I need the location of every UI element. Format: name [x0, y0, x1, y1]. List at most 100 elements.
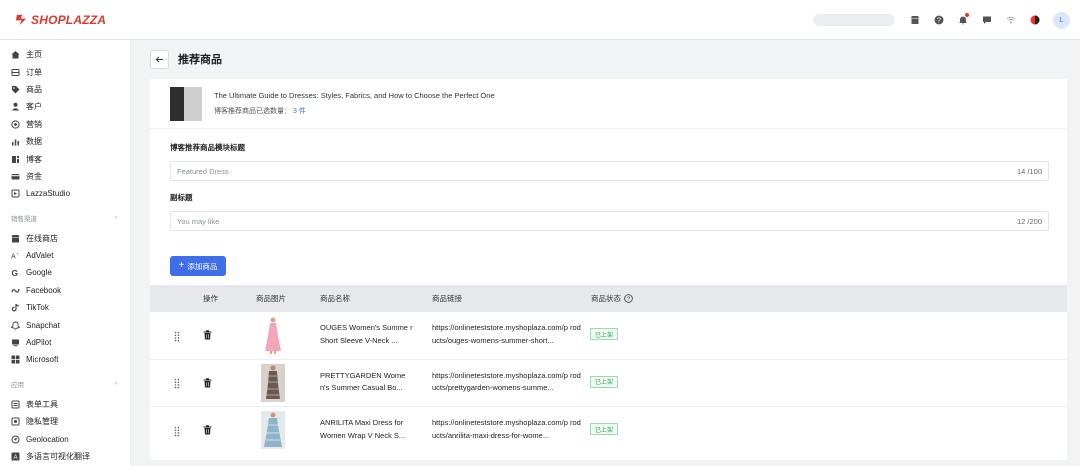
svg-text:+: + [17, 251, 20, 256]
bell-icon[interactable] [957, 13, 969, 26]
brand-logo[interactable]: SHOPLAZZA [15, 13, 106, 27]
theme-icon[interactable] [1029, 14, 1041, 26]
sidebar-item-microsoft[interactable]: Microsoft [0, 351, 130, 368]
brand-name: SHOPLAZZA [31, 12, 107, 27]
module-title-label: 博客推荐商品模块标题 [170, 143, 245, 152]
product-link[interactable]: https://onlineteststore.myshoplaza.com/p… [432, 417, 584, 442]
sidebar-item-lazzastudio[interactable]: LazzaStudio [0, 185, 130, 202]
blog-icon [11, 155, 20, 164]
subtitle-input[interactable]: You may like 12 /200 [170, 211, 1049, 231]
arrow-left-icon [155, 55, 164, 63]
sidebar-item-label: AdPilot [26, 338, 52, 348]
sidebar-item-products[interactable]: 商品 [0, 81, 130, 98]
sidebar-item-google[interactable]: G Google [0, 264, 130, 281]
sidebar-item-label: 多语言可视化翻译 [26, 452, 90, 461]
message-icon[interactable] [981, 14, 993, 26]
sidebar-item-label: 表单工具 [26, 399, 58, 409]
plus-icon: + [178, 260, 185, 271]
header-image: 商品图片 [256, 294, 286, 303]
svg-text:A: A [11, 254, 16, 261]
header-status-label: 商品状态 [591, 294, 621, 303]
sidebar: 主页 订单 商品 客户 营销 数据 博客 资金 LazzaStudio 销售渠道… [0, 40, 131, 466]
product-link[interactable]: https://onlineteststore.myshoplaza.com/p… [432, 370, 584, 395]
products-table: 操作 商品图片 商品名称 商品链接 商品状态 ? OUGES Women's S… [150, 285, 1067, 455]
store-icon [11, 234, 20, 243]
sidebar-item-advalet[interactable]: A + AdValet [0, 247, 130, 264]
sidebar-item-label: 主页 [26, 50, 42, 60]
sidebar-item-marketing[interactable]: 营销 [0, 116, 130, 133]
drag-handle-icon[interactable] [174, 330, 180, 342]
sidebar-item-label: 营销 [26, 119, 42, 129]
table-row: ANRILITA Maxi Dress for Women Wrap V Nec… [150, 407, 1067, 455]
snapchat-icon [11, 321, 20, 330]
sidebar-item-privacy[interactable]: 隐私管理 [0, 413, 130, 430]
google-icon: G [11, 268, 20, 277]
add-product-label: 添加商品 [187, 261, 218, 271]
subtitle-char-count: 12 /200 [1016, 216, 1042, 226]
help-icon[interactable]: ? [933, 14, 945, 26]
sidebar-item-geolocation[interactable]: Geolocation [0, 430, 130, 447]
sidebar-item-home[interactable]: 主页 [0, 46, 130, 63]
product-image [261, 316, 285, 354]
status-badge: 已上架 [590, 328, 619, 340]
sidebar-item-tiktok[interactable]: TikTok [0, 299, 130, 316]
chevron-right-icon: › [114, 214, 117, 222]
sidebar-item-blog[interactable]: 博客 [0, 150, 130, 167]
svg-text:?: ? [937, 18, 941, 25]
products-card: + 添加商品 操作 商品图片 商品名称 商品链接 商品状态 ? OUGES Wo… [150, 247, 1067, 460]
sidebar-item-label: Microsoft [26, 355, 59, 365]
wifi-icon[interactable] [1005, 14, 1017, 26]
module-title-input[interactable]: Featured Dress 14 /100 [170, 161, 1049, 181]
selected-count-value[interactable]: 3 件 [293, 108, 306, 115]
module-title-char-count: 14 /100 [1016, 166, 1042, 176]
sidebar-item-orders[interactable]: 订单 [0, 63, 130, 80]
blog-thumbnail [170, 86, 202, 121]
product-name: OUGES Women's Summe r Short Sleeve V-Nec… [320, 323, 413, 345]
orders-icon [11, 68, 20, 77]
sidebar-item-online-store[interactable]: 在线商店 [0, 230, 130, 247]
blog-title: The Ultimate Guide to Dresses: Styles, F… [214, 91, 495, 100]
privacy-icon [11, 417, 20, 426]
finance-icon [11, 172, 20, 181]
sidebar-item-label: 商品 [26, 84, 42, 94]
form-icon [11, 400, 20, 409]
status-badge: 已上架 [590, 423, 619, 435]
sidebar-item-label: Geolocation [26, 434, 69, 444]
sales-channels-section[interactable]: 销售渠道 › [0, 206, 130, 230]
drag-handle-icon[interactable] [174, 378, 180, 390]
header-link: 商品链接 [432, 294, 462, 303]
trash-icon[interactable] [203, 425, 213, 435]
store-selector[interactable] [813, 14, 895, 26]
sidebar-item-snapchat[interactable]: Snapchat [0, 316, 130, 333]
store-icon[interactable] [909, 14, 921, 26]
apps-section[interactable]: 应用 › [0, 372, 130, 396]
table-row: PRETTYGARDEN Wome n's Summer Casual Bo..… [150, 360, 1067, 407]
section-title: 应用 [11, 381, 24, 389]
sidebar-item-translate[interactable]: A 多语言可视化翻译 [0, 448, 130, 465]
adpilot-icon [11, 338, 20, 347]
sidebar-item-label: 资金 [26, 171, 42, 181]
status-badge: 已上架 [590, 375, 619, 388]
sidebar-item-finance[interactable]: 资金 [0, 168, 130, 185]
product-link[interactable]: https://onlineteststore.myshoplaza.com/p… [432, 322, 584, 347]
selected-count-label: 博客推荐商品已选数量： [214, 108, 291, 115]
sidebar-item-label: Facebook [26, 285, 62, 295]
add-product-button[interactable]: + 添加商品 [170, 256, 226, 276]
sidebar-item-analytics[interactable]: 数据 [0, 133, 130, 150]
question-circle-icon[interactable]: ? [624, 294, 633, 303]
table-row: OUGES Women's Summe r Short Sleeve V-Nec… [150, 312, 1067, 360]
user-avatar[interactable]: L [1053, 11, 1070, 29]
sidebar-item-facebook[interactable]: Facebook [0, 282, 130, 299]
tag-icon [11, 85, 20, 94]
sidebar-item-form-tool[interactable]: 表单工具 [0, 396, 130, 413]
trash-icon[interactable] [203, 330, 213, 340]
trash-icon[interactable] [203, 377, 213, 388]
sidebar-item-customers[interactable]: 客户 [0, 98, 130, 115]
back-button[interactable] [150, 49, 169, 69]
drag-handle-icon[interactable] [174, 425, 180, 437]
sidebar-item-adpilot[interactable]: AdPilot [0, 334, 130, 351]
product-name: PRETTYGARDEN Wome n's Summer Casual Bo..… [320, 370, 406, 393]
subtitle-label: 副标题 [170, 193, 193, 202]
sidebar-item-label: Snapchat [26, 320, 60, 330]
chevron-right-icon: › [114, 380, 117, 388]
